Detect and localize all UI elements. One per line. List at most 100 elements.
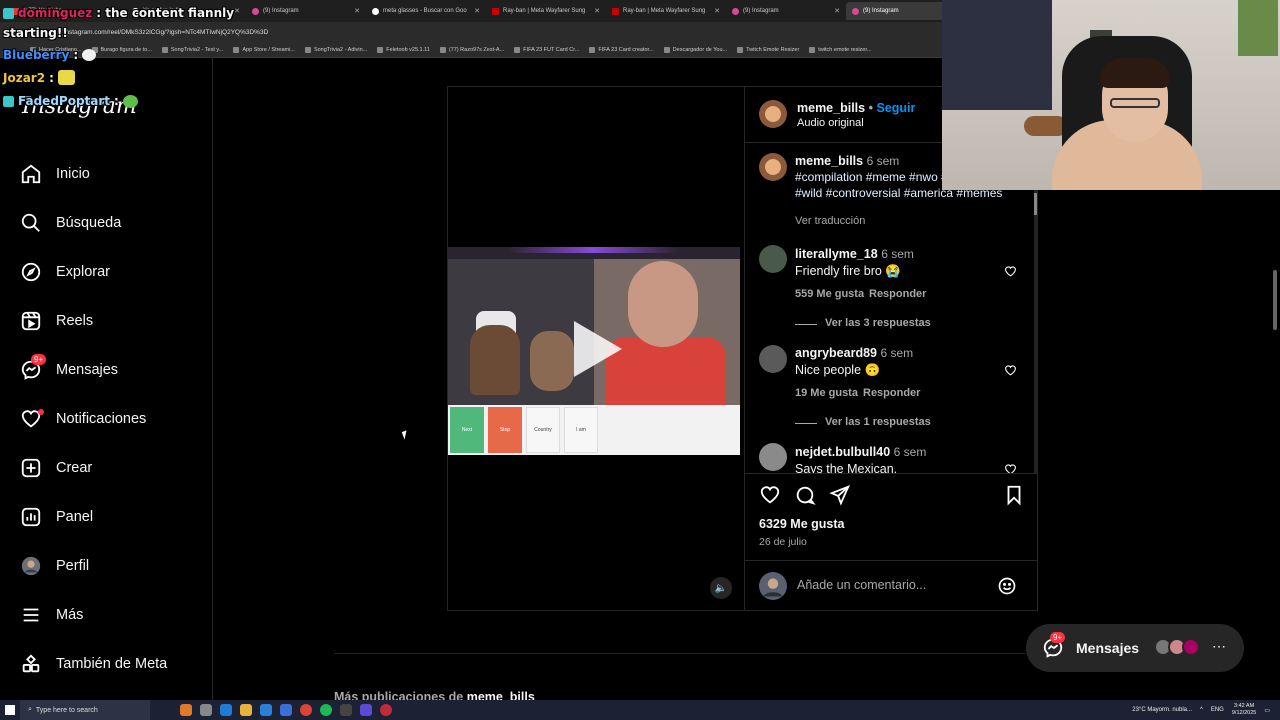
bookmark[interactable]: FIFA 23 FUT Card Cr...: [514, 46, 579, 53]
comment-likes[interactable]: 559 Me gusta: [795, 288, 864, 300]
replies-line: [795, 423, 817, 424]
start-button[interactable]: [0, 700, 20, 720]
caption-author[interactable]: meme_bills 6 sem: [795, 154, 899, 168]
app-icon[interactable]: [180, 704, 192, 716]
nav-item-explorar[interactable]: Explorar: [20, 261, 110, 283]
spotify-icon[interactable]: [320, 704, 332, 716]
comment-icon[interactable]: [794, 484, 816, 506]
reels-icon: [21, 311, 41, 331]
comment-author[interactable]: literallyme_18 6 sem: [795, 247, 914, 261]
nav-item-busqueda[interactable]: Búsqueda: [20, 212, 121, 234]
close-icon[interactable]: ✕: [234, 7, 240, 15]
like-heart-icon[interactable]: [759, 484, 781, 506]
browser-tab[interactable]: Ray-ban | Meta Wayfarer Sung ✕: [486, 2, 604, 20]
bookmark-icon: [304, 46, 311, 53]
bookmark[interactable]: SongTrivia2 - Test y...: [161, 46, 223, 53]
taskbar-search[interactable]: ⌕ Type here to search: [20, 700, 150, 720]
bookmark[interactable]: Feletoob v25.1.11: [377, 46, 430, 53]
webcam-poster: [1238, 0, 1278, 56]
commenter-avatar[interactable]: [759, 345, 787, 373]
rayban-icon: [492, 7, 499, 15]
close-icon[interactable]: ✕: [354, 7, 360, 15]
nav-item-perfil[interactable]: Perfil: [20, 555, 89, 577]
share-icon[interactable]: [829, 484, 851, 506]
browser-tab[interactable]: (9) Instagram ✕: [246, 2, 364, 20]
task-view-icon[interactable]: [200, 704, 212, 716]
emoji-icon[interactable]: [997, 576, 1017, 596]
store-icon[interactable]: [260, 704, 272, 716]
mute-icon[interactable]: 🔈: [710, 577, 732, 599]
video-stop-button: Stop: [488, 407, 522, 453]
url-text[interactable]: instagram.com/reel/DMkS3z2lCGg/?igsh=NTc…: [64, 29, 268, 36]
bookmark[interactable]: Twitch Emote Resizer: [737, 46, 799, 53]
view-replies-link[interactable]: Ver las 1 respuestas: [825, 416, 931, 428]
address-bar[interactable]: instagram.com/reel/DMkS3z2lCGg/?igsh=NTc…: [0, 22, 942, 42]
bookmark-icon: [161, 46, 168, 53]
close-icon[interactable]: ✕: [474, 7, 480, 15]
app-icon[interactable]: [380, 704, 392, 716]
tray-chevron-icon[interactable]: ^: [1200, 707, 1203, 713]
see-translation-link[interactable]: Ver traducción: [795, 215, 865, 227]
clock[interactable]: 3:42 AM 9/12/2025: [1232, 703, 1256, 717]
nav-item-mas[interactable]: Más: [20, 604, 83, 626]
bookmark[interactable]: twitch emote resizer...: [809, 46, 871, 53]
bookmark[interactable]: (77) Razo97s Zest-A...: [439, 46, 504, 53]
nav-item-crear[interactable]: Crear: [20, 457, 92, 479]
bookmark[interactable]: FIFA 23 Card creator...: [589, 46, 654, 53]
follow-button[interactable]: Seguir: [876, 101, 915, 115]
comment-likes[interactable]: 19 Me gusta: [795, 387, 858, 399]
mail-icon[interactable]: [280, 704, 292, 716]
language-indicator[interactable]: ENG: [1211, 707, 1224, 713]
messages-floating-button[interactable]: 9+ Mensajes ⋯: [1026, 624, 1244, 672]
comment-author[interactable]: angrybeard89 6 sem: [795, 346, 913, 360]
messages-pill-label: Mensajes: [1076, 640, 1140, 656]
meta-apps-icon: [22, 654, 40, 673]
commenter-avatar[interactable]: [759, 245, 787, 273]
author-avatar[interactable]: [759, 100, 787, 128]
like-comment-icon[interactable]: [1004, 463, 1017, 473]
close-icon[interactable]: ✕: [714, 7, 720, 15]
like-count[interactable]: 6329 Me gusta: [759, 517, 844, 531]
page-scrollbar[interactable]: [1271, 190, 1279, 700]
comment-text: Says the Mexican.: [795, 462, 898, 473]
comment-input[interactable]: Añade un comentario...: [797, 578, 926, 592]
nav-item-reels[interactable]: Reels: [20, 310, 93, 332]
browser-tab[interactable]: (9) Instagram ✕: [726, 2, 844, 20]
play-icon[interactable]: [574, 321, 622, 377]
post-author[interactable]: meme_bills • Seguir: [797, 101, 915, 115]
nav-item-tambien-de-meta[interactable]: También de Meta: [20, 653, 167, 675]
app-icon[interactable]: [340, 704, 352, 716]
edge-icon[interactable]: [220, 704, 232, 716]
nav-item-panel[interactable]: Panel: [20, 506, 93, 528]
comment-author[interactable]: nejdet.bulbull40 6 sem: [795, 445, 926, 459]
caption-avatar[interactable]: [759, 153, 787, 181]
nav-item-inicio[interactable]: Inicio: [20, 163, 90, 185]
bookmark[interactable]: Burago figura de to...: [91, 46, 152, 53]
bookmark[interactable]: App Store / Streami...: [233, 46, 295, 53]
reel-video[interactable]: Next Stop Country I am 🔈: [448, 87, 744, 610]
reply-button[interactable]: Responder: [863, 387, 920, 399]
bookmark[interactable]: Descargador de You...: [663, 46, 727, 53]
video-person: [470, 325, 520, 395]
browser-tab[interactable]: Ray-ban | Meta Wayfarer Sung ✕: [606, 2, 724, 20]
like-comment-icon[interactable]: [1004, 265, 1017, 278]
browser-tab[interactable]: meta glasses - Buscar con Goo ✕: [366, 2, 484, 20]
app-icon[interactable]: [360, 704, 372, 716]
view-replies-link[interactable]: Ver las 3 respuestas: [825, 317, 931, 329]
comments-scrollbar[interactable]: [1034, 147, 1037, 473]
bookmark[interactable]: SongTrivia2 - Adivin...: [304, 46, 367, 53]
file-explorer-icon[interactable]: [240, 704, 252, 716]
notifications-icon[interactable]: ▭: [1264, 707, 1270, 714]
chrome-icon[interactable]: [300, 704, 312, 716]
commenter-avatar[interactable]: [759, 443, 787, 471]
reply-button[interactable]: Responder: [869, 288, 926, 300]
close-icon[interactable]: ✕: [594, 7, 600, 15]
bookmark-save-icon[interactable]: [1003, 484, 1025, 506]
bookmark-icon: [809, 46, 816, 53]
close-icon[interactable]: ✕: [834, 7, 840, 15]
chat-badge-icon: [3, 7, 14, 19]
like-comment-icon[interactable]: [1004, 364, 1017, 377]
weather-widget[interactable]: 23°C Mayorm. nubla...: [1132, 707, 1192, 713]
video-person-shirt: [606, 337, 726, 405]
audio-label[interactable]: Audio original: [797, 117, 864, 129]
